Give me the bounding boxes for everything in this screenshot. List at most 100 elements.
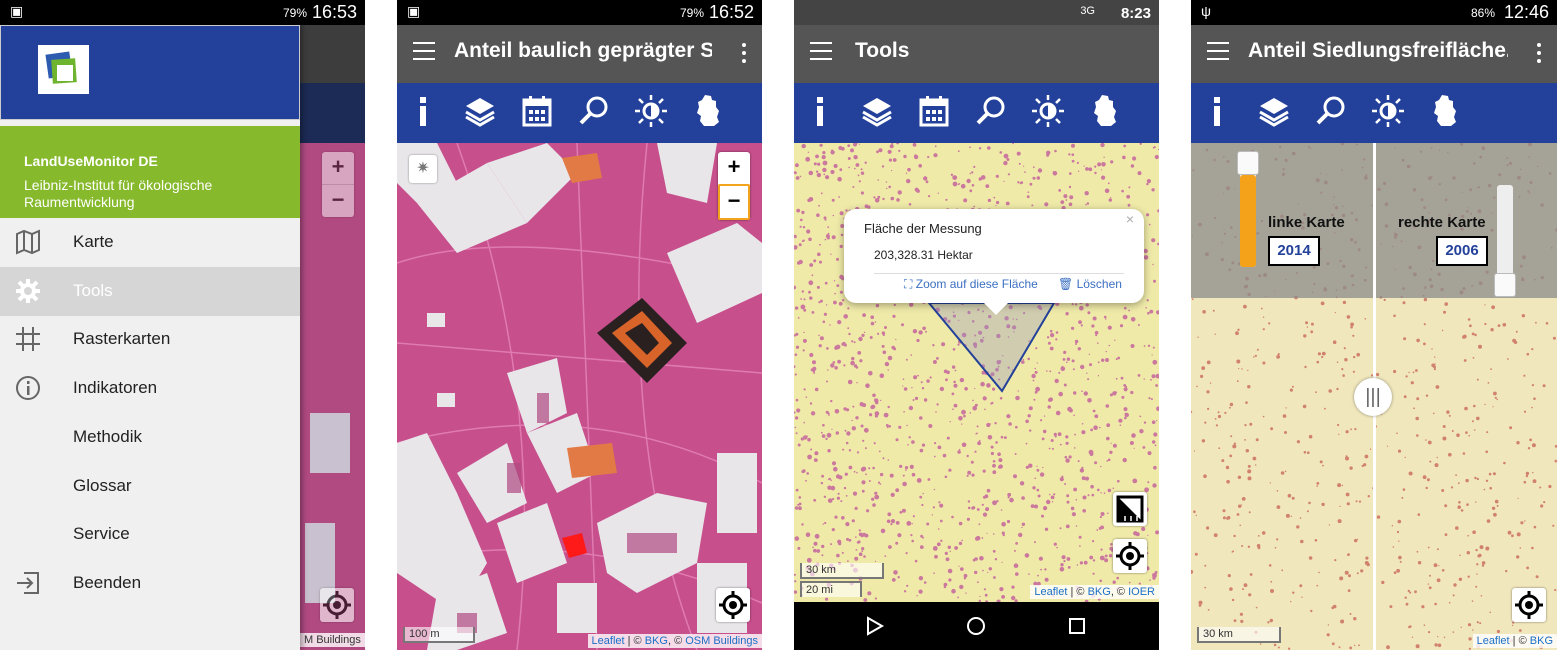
search-icon[interactable] [576, 93, 612, 129]
layers-icon[interactable] [462, 93, 498, 129]
app-bar: Anteil Siedlungsfreifläche... [1191, 25, 1557, 83]
drawer-item-label: Tools [73, 280, 113, 300]
zoom-in-button[interactable]: + [322, 152, 354, 184]
locate-button[interactable] [320, 588, 354, 622]
drawer-item-karte[interactable]: Karte [0, 218, 300, 267]
recents-button[interactable] [1069, 618, 1085, 634]
search-icon[interactable] [973, 93, 1009, 129]
left-slider-handle[interactable] [1237, 151, 1259, 175]
drawer-app-info: LandUseMonitor DE Leibniz-Institut für ö… [0, 126, 300, 218]
drawer-item-service[interactable]: Service [0, 510, 300, 559]
info-icon[interactable] [405, 93, 441, 129]
zoom-to-area-link[interactable]: ⛶ Zoom auf diese Fläche [904, 277, 1038, 292]
map-attribution: Leaflet | © BKG [1472, 634, 1557, 648]
split-divider-handle[interactable]: ||| [1354, 378, 1392, 416]
map-toolbar [794, 83, 1159, 143]
locate-button[interactable] [1113, 539, 1147, 573]
map-view[interactable]: linke Karte 2014 rechte Karte 2006 ||| 3… [1191, 141, 1557, 650]
drawer-item-label: Methodik [73, 426, 142, 446]
brightness-icon[interactable] [1030, 93, 1066, 129]
osm-buildings-link[interactable]: OSM Buildings [685, 635, 758, 647]
status-bar: ψ 86% 12:46 [1191, 0, 1557, 25]
clock: 16:53 [311, 2, 357, 22]
map-attribution: Leaflet | © BKG, © OSM Buildings [587, 634, 762, 648]
search-icon[interactable] [1313, 93, 1349, 129]
phone-building-map: ▣ 79% 16:52 Anteil baulich geprägter Sie… [397, 0, 762, 650]
map-scale-mi: 20 mi [800, 581, 862, 597]
layers-icon[interactable] [1256, 93, 1292, 129]
map-icon [14, 228, 42, 256]
right-slider-handle[interactable] [1494, 273, 1516, 297]
germany-icon[interactable] [690, 93, 726, 129]
drawer-item-beenden[interactable]: Beenden [0, 559, 300, 608]
leaflet-link[interactable]: Leaflet [1477, 635, 1510, 647]
map-toolbar [397, 83, 762, 143]
locate-button[interactable] [716, 588, 750, 622]
calendar-icon[interactable] [916, 93, 952, 129]
info-icon[interactable] [802, 93, 838, 129]
drawer-item-methodik[interactable]: Methodik [0, 413, 300, 462]
menu-icon[interactable] [413, 42, 435, 62]
right-map-year: 2006 [1436, 236, 1488, 266]
leaflet-link[interactable]: Leaflet [1034, 586, 1067, 598]
page-title: Anteil Siedlungsfreifläche... [1248, 39, 1508, 62]
delete-link[interactable]: 🗑 Löschen [1058, 277, 1122, 291]
battery-level: 86% [1470, 6, 1495, 20]
zoom-control: + − [718, 152, 750, 220]
map-attribution: M Buildings [300, 633, 365, 647]
building-map-graphic [397, 142, 762, 650]
network-indicator: 3G [1080, 5, 1095, 17]
status-bar: 3G 8:23 [794, 0, 1159, 25]
map-view[interactable]: × Fläche der Messung 203,328.31 Hektar ⛶… [794, 141, 1159, 604]
bkg-link[interactable]: BKG [1530, 635, 1553, 647]
drawer-item-indikatoren[interactable]: Indikatoren [0, 364, 300, 413]
germany-icon[interactable] [1087, 93, 1123, 129]
bkg-link[interactable]: BKG [645, 635, 668, 647]
right-year-slider[interactable] [1494, 185, 1516, 297]
menu-icon[interactable] [810, 42, 832, 62]
clock: 16:52 [708, 2, 754, 22]
drawer-item-label: Glossar [73, 475, 132, 495]
layers-icon[interactable] [859, 93, 895, 129]
map-scale: 100 m [403, 627, 475, 643]
germany-icon[interactable] [1427, 93, 1463, 129]
leaflet-link[interactable]: Leaflet [592, 635, 625, 647]
info-icon[interactable] [1199, 93, 1235, 129]
page-title: Anteil baulich geprägter Sied [454, 39, 712, 62]
ruler-button[interactable] [1113, 492, 1147, 526]
app-organisation: Leibniz-Institut für ökologische Raument… [24, 177, 213, 210]
back-button[interactable] [867, 616, 885, 636]
app-logo [38, 45, 89, 94]
map-view[interactable]: ✷ + − 100 m Leaflet | © BKG, © OSM Build… [397, 142, 762, 650]
battery-level: 79% [282, 6, 307, 20]
bkg-link[interactable]: BKG [1088, 586, 1111, 598]
ruler-icon [1116, 495, 1144, 523]
clipboard-icon: ▣ [407, 3, 421, 19]
ioer-link[interactable]: IOER [1128, 586, 1155, 598]
map-toolbar [1191, 83, 1557, 143]
zoom-in-button[interactable]: + [718, 152, 750, 184]
locate-button[interactable] [1512, 588, 1546, 622]
grid-icon [14, 325, 42, 353]
popup-close-button[interactable]: × [1126, 211, 1134, 227]
drawer-item-rasterkarten[interactable]: Rasterkarten [0, 315, 300, 364]
menu-icon[interactable] [1207, 42, 1229, 62]
drawer-item-glossar[interactable]: Glossar [0, 462, 300, 511]
drawer-item-tools[interactable]: Tools [0, 266, 300, 316]
brightness-icon[interactable] [633, 93, 669, 129]
app-bar: Anteil baulich geprägter Sied [397, 25, 762, 83]
status-bar: ▣ 79% 16:52 [397, 0, 762, 25]
left-year-slider[interactable] [1237, 151, 1259, 267]
app-name: LandUseMonitor DE [24, 153, 158, 169]
app-bar: Tools [794, 25, 1159, 83]
zoom-out-button[interactable]: − [322, 184, 354, 217]
calendar-icon[interactable] [519, 93, 555, 129]
brightness-icon[interactable] [1370, 93, 1406, 129]
map-scale: 30 km [1197, 627, 1281, 643]
clock: 8:23 [1120, 5, 1151, 22]
home-button[interactable] [967, 617, 985, 635]
zoom-out-button[interactable]: − [718, 184, 750, 220]
phone-compare-view: ψ 86% 12:46 Anteil Siedlungsfreifläche..… [1191, 0, 1557, 650]
overflow-menu-icon[interactable] [1537, 43, 1541, 67]
overflow-menu-icon[interactable] [742, 43, 746, 67]
